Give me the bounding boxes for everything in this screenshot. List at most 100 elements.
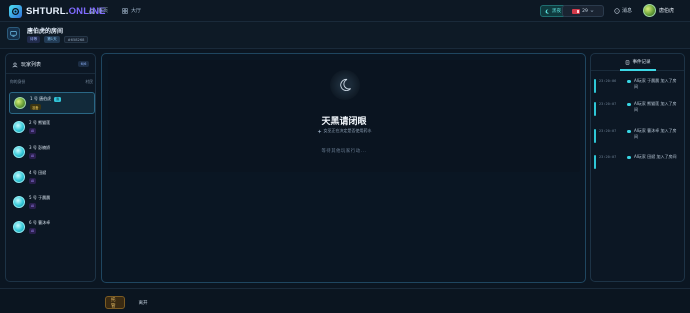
list-item: 23:20:07 AI玩家 熊猫莲 加入了房间	[594, 99, 682, 120]
player-list-panel: 玩家列表 6/6 你的身份 村民 1 号 唐伯虎 我 准备 2 号 熊猫莲 AI…	[5, 53, 96, 282]
leave-button[interactable]: 离开	[133, 296, 153, 309]
player-list-title: 玩家列表	[12, 61, 41, 68]
nav-home-label: 首页	[98, 8, 109, 14]
event-message: AI玩家 曹沐卓 加入了房间	[634, 128, 677, 139]
ready-badge: 准备	[30, 104, 41, 110]
player-name: 5 号 于晨晨	[29, 195, 51, 200]
avatar	[13, 171, 25, 183]
list-item[interactable]: 1 号 唐伯虎 我 准备	[9, 92, 95, 114]
identity-value: 村民	[85, 79, 93, 84]
event-message: AI玩家 田斌 加入了房间	[634, 154, 677, 159]
bottom-bar: 托管 离开	[0, 288, 690, 313]
tab-event-log[interactable]: 事件记录	[591, 59, 684, 65]
user-menu[interactable]: 唐伯虎	[643, 4, 674, 17]
event-bar	[594, 79, 596, 93]
room-header: 唐伯虎的房间 待等 第1天 #658268	[0, 22, 690, 49]
tab-underline	[620, 69, 656, 71]
user-name: 唐伯虎	[659, 8, 675, 14]
messages-button[interactable]: 消息	[614, 7, 632, 14]
player-name-text: 1 号 唐伯虎	[30, 96, 52, 101]
event-dot	[627, 79, 631, 83]
nav-lobby-label: 大厅	[131, 8, 142, 14]
night-subtitle: 女巫正在决定是否使用药水	[108, 128, 580, 134]
home-icon	[89, 8, 95, 14]
ai-badge: AI	[29, 228, 37, 234]
list-item[interactable]: 3 号 彭楠娇 AI	[9, 142, 95, 164]
chat-icon	[614, 7, 620, 14]
ready-badge-text: 准备	[32, 105, 39, 110]
host-button[interactable]: 托管	[105, 296, 125, 309]
avatar	[13, 221, 25, 233]
event-log-panel: 事件记录 23:20:06 AI玩家 于晨晨 加入了房间 23:20:07 AI…	[590, 53, 685, 282]
identity-row: 你的身份 村民	[10, 79, 93, 85]
player-name: 1 号 唐伯虎 我	[30, 96, 62, 102]
event-time: 23:20:07	[599, 129, 617, 133]
player-name: 6 号 曹沐卓	[29, 220, 51, 225]
list-item[interactable]: 6 号 曹沐卓 AI	[9, 217, 95, 239]
avatar	[13, 196, 25, 208]
player-count-badge: 6/6	[78, 61, 89, 67]
player-name: 2 号 熊猫莲	[29, 120, 51, 125]
ai-badge: AI	[29, 128, 37, 134]
avatar	[643, 4, 656, 17]
room-tags: 待等 第1天 #658268	[27, 36, 89, 43]
event-log-header: 事件记录	[591, 54, 684, 71]
network-label: 29	[582, 8, 588, 14]
event-bar	[594, 102, 596, 116]
identity-label: 你的身份	[10, 79, 26, 84]
waiting-text: 等待其他玩家行动...	[321, 149, 367, 154]
event-message: AI玩家 于晨晨 加入了房间	[634, 78, 677, 89]
nav-home[interactable]: 首页	[89, 7, 108, 14]
lobby-icon	[122, 7, 128, 14]
chevron-down-icon	[590, 10, 594, 12]
room-day-tag: 第1天	[44, 36, 60, 43]
signal-icon	[572, 8, 581, 14]
event-bar	[594, 155, 596, 169]
player-list-header: 玩家列表 6/6	[6, 54, 95, 74]
event-time: 23:20:07	[599, 102, 617, 106]
phase-label: 黑夜	[552, 9, 561, 14]
event-log-title: 事件记录	[632, 60, 651, 65]
event-message: AI玩家 熊猫莲 加入了房间	[634, 101, 677, 112]
nav-lobby[interactable]: 大厅	[122, 7, 141, 14]
night-subtitle-text: 女巫正在决定是否使用药水	[323, 128, 372, 133]
list-item[interactable]: 2 号 熊猫莲 AI	[9, 117, 95, 139]
event-time: 23:20:07	[599, 155, 617, 159]
room-icon	[7, 27, 20, 40]
player-name: 4 号 田斌	[29, 170, 47, 175]
room-id-tag[interactable]: #658268	[63, 36, 89, 43]
event-dot	[627, 129, 631, 133]
player-list-title-text: 玩家列表	[21, 62, 42, 68]
event-dot	[627, 155, 631, 159]
avatar	[13, 146, 25, 158]
logo-text-a: SHTURL.	[26, 6, 69, 17]
room-title: 唐伯虎的房间	[27, 28, 64, 35]
messages-label: 消息	[622, 8, 633, 14]
logo-icon	[9, 5, 22, 18]
event-time: 23:20:06	[599, 79, 617, 83]
room-status-tag: 待等	[27, 36, 41, 43]
network-status[interactable]: 29	[562, 5, 604, 17]
ai-badge: AI	[29, 178, 37, 184]
avatar	[14, 97, 26, 109]
list-item: 23:20:07 AI玩家 田斌 加入了房间	[594, 152, 682, 173]
moon-icon	[545, 9, 550, 14]
list-item: 23:20:06 AI玩家 于晨晨 加入了房间	[594, 76, 682, 97]
sparkle-icon	[317, 129, 321, 133]
avatar	[13, 121, 25, 133]
night-title: 天黑请闭眼	[321, 117, 367, 127]
event-dot	[627, 102, 631, 106]
document-icon	[625, 59, 629, 65]
event-bar	[594, 129, 596, 143]
list-item: 23:20:07 AI玩家 曹沐卓 加入了房间	[594, 126, 682, 147]
ai-badge: AI	[29, 153, 37, 159]
me-tag: 我	[54, 96, 62, 102]
moon-icon	[330, 70, 360, 100]
game-panel: 天黑请闭眼 女巫正在决定是否使用药水 等待其他玩家行动...	[101, 53, 586, 283]
night-phase-area: 天黑请闭眼 女巫正在决定是否使用药水 等待其他玩家行动...	[108, 60, 580, 172]
list-item[interactable]: 5 号 于晨晨 AI	[9, 192, 95, 214]
player-name: 3 号 彭楠娇	[29, 145, 51, 150]
list-item[interactable]: 4 号 田斌 AI	[9, 167, 95, 189]
user-icon	[12, 62, 18, 67]
ai-badge: AI	[29, 203, 37, 209]
